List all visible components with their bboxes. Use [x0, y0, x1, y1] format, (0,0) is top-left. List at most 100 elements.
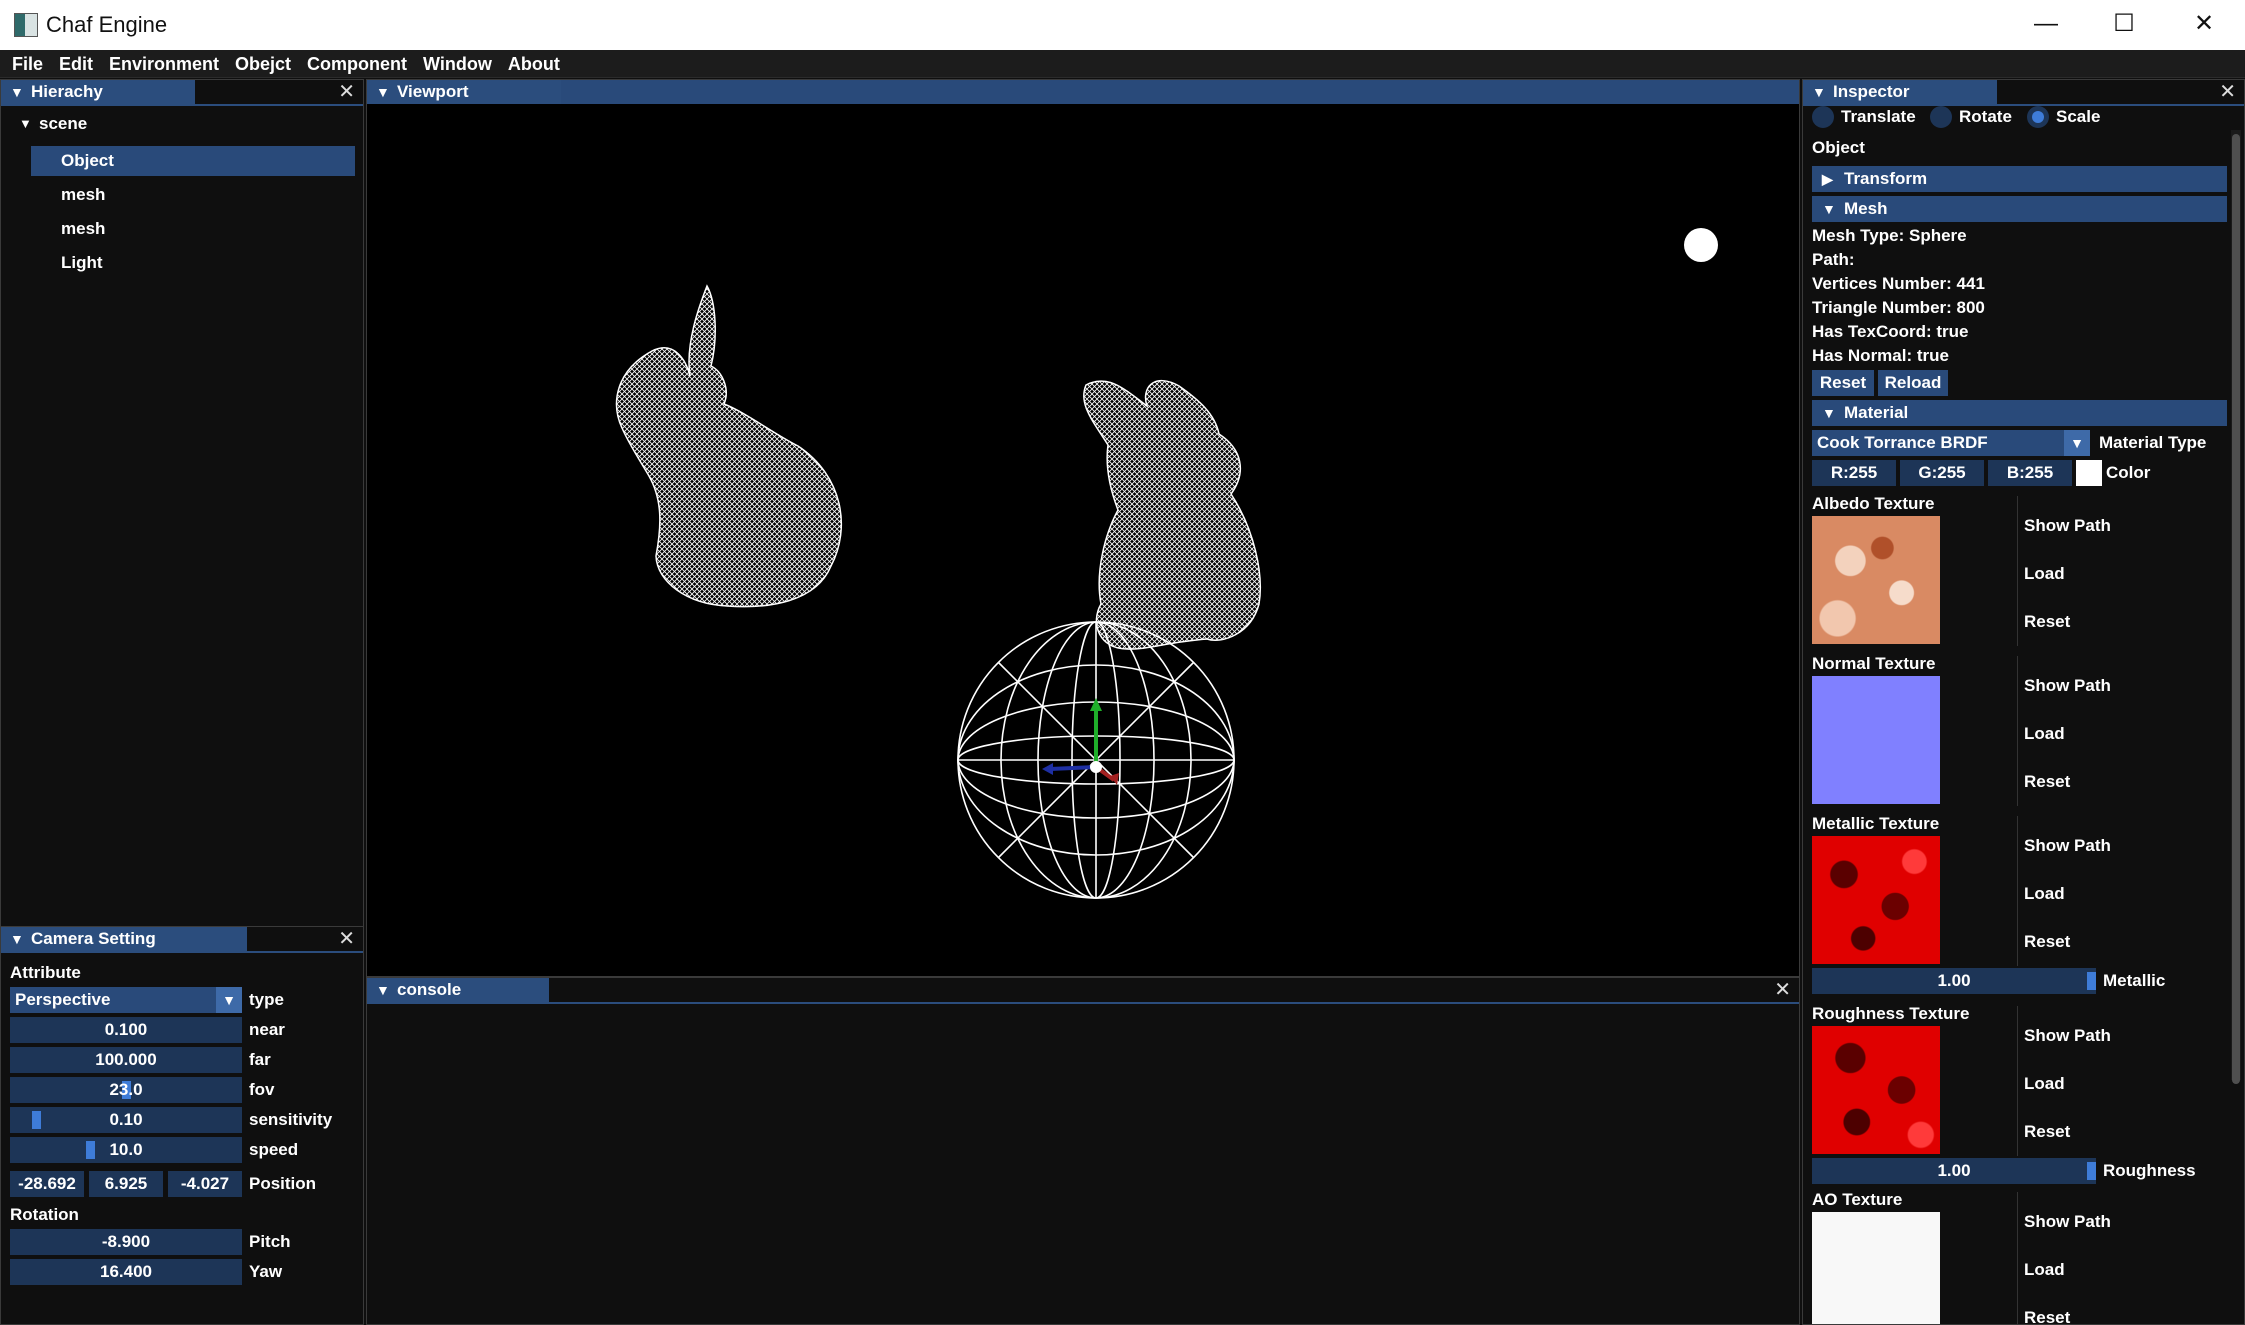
scrollbar-thumb[interactable]: [2232, 134, 2240, 1084]
normal-show-path-button[interactable]: Show Path: [2024, 676, 2111, 696]
light-gizmo[interactable]: [1684, 228, 1718, 262]
inspector-scrollbar[interactable]: [2231, 130, 2241, 1084]
albedo-reset-button[interactable]: Reset: [2024, 612, 2070, 632]
ao-texture-thumbnail[interactable]: [1812, 1212, 1940, 1324]
tree-item-object[interactable]: Object: [61, 151, 114, 171]
sensitivity-slider[interactable]: 0.10: [10, 1107, 242, 1133]
minimize-button[interactable]: —: [2016, 6, 2076, 42]
menu-file[interactable]: File: [12, 50, 43, 78]
tree-root-scene[interactable]: scene: [39, 114, 87, 134]
ao-load-button[interactable]: Load: [2024, 1260, 2065, 1280]
scene-render[interactable]: [367, 104, 1799, 976]
collapse-icon[interactable]: ▼: [376, 80, 390, 104]
radio-translate[interactable]: [1812, 106, 1834, 128]
ao-reset-button[interactable]: Reset: [2024, 1308, 2070, 1324]
tree-expand-icon[interactable]: ▼: [19, 116, 32, 131]
metallic-texture-thumbnail[interactable]: [1812, 836, 1940, 964]
rotate-label[interactable]: Rotate: [1959, 107, 2012, 127]
bunny-mesh-left[interactable]: [615, 284, 842, 608]
close-icon[interactable]: ✕: [338, 80, 355, 104]
inspector-tabbar: ▼ Inspector ✕: [1803, 80, 2244, 106]
menu-object[interactable]: Obejct: [235, 50, 291, 78]
mesh-reload-button[interactable]: Reload: [1878, 370, 1948, 396]
chevron-down-icon[interactable]: ▼: [1822, 196, 1836, 222]
speed-slider[interactable]: 10.0: [10, 1137, 242, 1163]
gizmo-origin[interactable]: [1090, 761, 1102, 773]
tab-console[interactable]: ▼ console: [367, 978, 549, 1002]
yaw-input[interactable]: 16.400: [10, 1259, 242, 1285]
menu-environment[interactable]: Environment: [109, 50, 219, 78]
metallic-load-button[interactable]: Load: [2024, 884, 2065, 904]
radio-scale[interactable]: [2027, 106, 2049, 128]
slider-knob[interactable]: [32, 1111, 41, 1129]
translate-label[interactable]: Translate: [1841, 107, 1916, 127]
scale-label[interactable]: Scale: [2056, 107, 2100, 127]
color-b-input[interactable]: B:255: [1988, 460, 2072, 486]
slider-knob[interactable]: [2087, 972, 2096, 990]
transform-header[interactable]: ▶ Transform: [1812, 166, 2227, 192]
color-r-input[interactable]: R:255: [1812, 460, 1896, 486]
normal-load-button[interactable]: Load: [2024, 724, 2065, 744]
normal-reset-button[interactable]: Reset: [2024, 772, 2070, 792]
menu-component[interactable]: Component: [307, 50, 407, 78]
mesh-reset-button[interactable]: Reset: [1812, 370, 1874, 396]
close-icon[interactable]: ✕: [2219, 80, 2236, 104]
metallic-show-path-button[interactable]: Show Path: [2024, 836, 2111, 856]
ao-show-path-button[interactable]: Show Path: [2024, 1212, 2111, 1232]
roughness-slider[interactable]: 1.00: [1812, 1158, 2096, 1184]
material-header[interactable]: ▼ Material: [1812, 400, 2227, 426]
position-z-input[interactable]: -4.027: [168, 1171, 242, 1197]
position-y-input[interactable]: 6.925: [89, 1171, 163, 1197]
metallic-slider[interactable]: 1.00: [1812, 968, 2096, 994]
tree-item-mesh[interactable]: mesh: [61, 219, 105, 239]
roughness-reset-button[interactable]: Reset: [2024, 1122, 2070, 1142]
menu-about[interactable]: About: [508, 50, 560, 78]
viewport-tabbar: ▼ Viewport: [367, 80, 1799, 104]
tab-inspector[interactable]: ▼ Inspector: [1803, 80, 1997, 104]
collapse-icon[interactable]: ▼: [10, 927, 24, 951]
albedo-texture-thumbnail[interactable]: [1812, 516, 1940, 644]
chevron-down-icon[interactable]: ▼: [216, 987, 242, 1013]
tree-item-light[interactable]: Light: [61, 253, 103, 273]
slider-knob[interactable]: [86, 1141, 95, 1159]
console-output[interactable]: [367, 1004, 1799, 1324]
color-swatch[interactable]: [2076, 460, 2102, 486]
roughness-texture-thumbnail[interactable]: [1812, 1026, 1940, 1154]
collapse-icon[interactable]: ▼: [1812, 80, 1826, 104]
camera-type-select[interactable]: Perspective ▼: [10, 987, 242, 1013]
collapse-icon[interactable]: ▼: [10, 80, 24, 104]
chevron-down-icon[interactable]: ▼: [1822, 400, 1836, 426]
tab-viewport[interactable]: ▼ Viewport: [367, 80, 561, 104]
roughness-show-path-button[interactable]: Show Path: [2024, 1026, 2111, 1046]
menu-edit[interactable]: Edit: [59, 50, 93, 78]
color-g-input[interactable]: G:255: [1900, 460, 1984, 486]
chevron-right-icon[interactable]: ▶: [1822, 166, 1833, 192]
viewport-canvas[interactable]: [367, 104, 1799, 976]
collapse-icon[interactable]: ▼: [376, 978, 390, 1002]
hierarchy-tabbar: ▼ Hierachy ✕: [1, 80, 363, 106]
pitch-input[interactable]: -8.900: [10, 1229, 242, 1255]
chevron-down-icon[interactable]: ▼: [2064, 430, 2090, 456]
mesh-header[interactable]: ▼ Mesh: [1812, 196, 2227, 222]
tab-camera-setting[interactable]: ▼ Camera Setting: [1, 927, 247, 951]
tree-item-mesh[interactable]: mesh: [61, 185, 105, 205]
tab-hierarchy[interactable]: ▼ Hierachy: [1, 80, 195, 104]
close-icon[interactable]: ✕: [338, 927, 355, 951]
close-icon[interactable]: ✕: [1774, 978, 1791, 1002]
slider-knob[interactable]: [2087, 1162, 2096, 1180]
radio-rotate[interactable]: [1930, 106, 1952, 128]
material-type-select[interactable]: Cook Torrance BRDF ▼: [1812, 430, 2090, 456]
fov-slider[interactable]: 23.0: [10, 1077, 242, 1103]
normal-texture-thumbnail[interactable]: [1812, 676, 1940, 804]
albedo-show-path-button[interactable]: Show Path: [2024, 516, 2111, 536]
menu-window[interactable]: Window: [423, 50, 492, 78]
maximize-button[interactable]: ☐: [2094, 6, 2154, 42]
albedo-load-button[interactable]: Load: [2024, 564, 2065, 584]
far-input[interactable]: 100.000: [10, 1047, 242, 1073]
roughness-load-button[interactable]: Load: [2024, 1074, 2065, 1094]
position-x-input[interactable]: -28.692: [10, 1171, 84, 1197]
close-window-button[interactable]: ✕: [2174, 6, 2234, 42]
near-input[interactable]: 0.100: [10, 1017, 242, 1043]
bunny-mesh-right[interactable]: [1083, 380, 1262, 650]
metallic-reset-button[interactable]: Reset: [2024, 932, 2070, 952]
